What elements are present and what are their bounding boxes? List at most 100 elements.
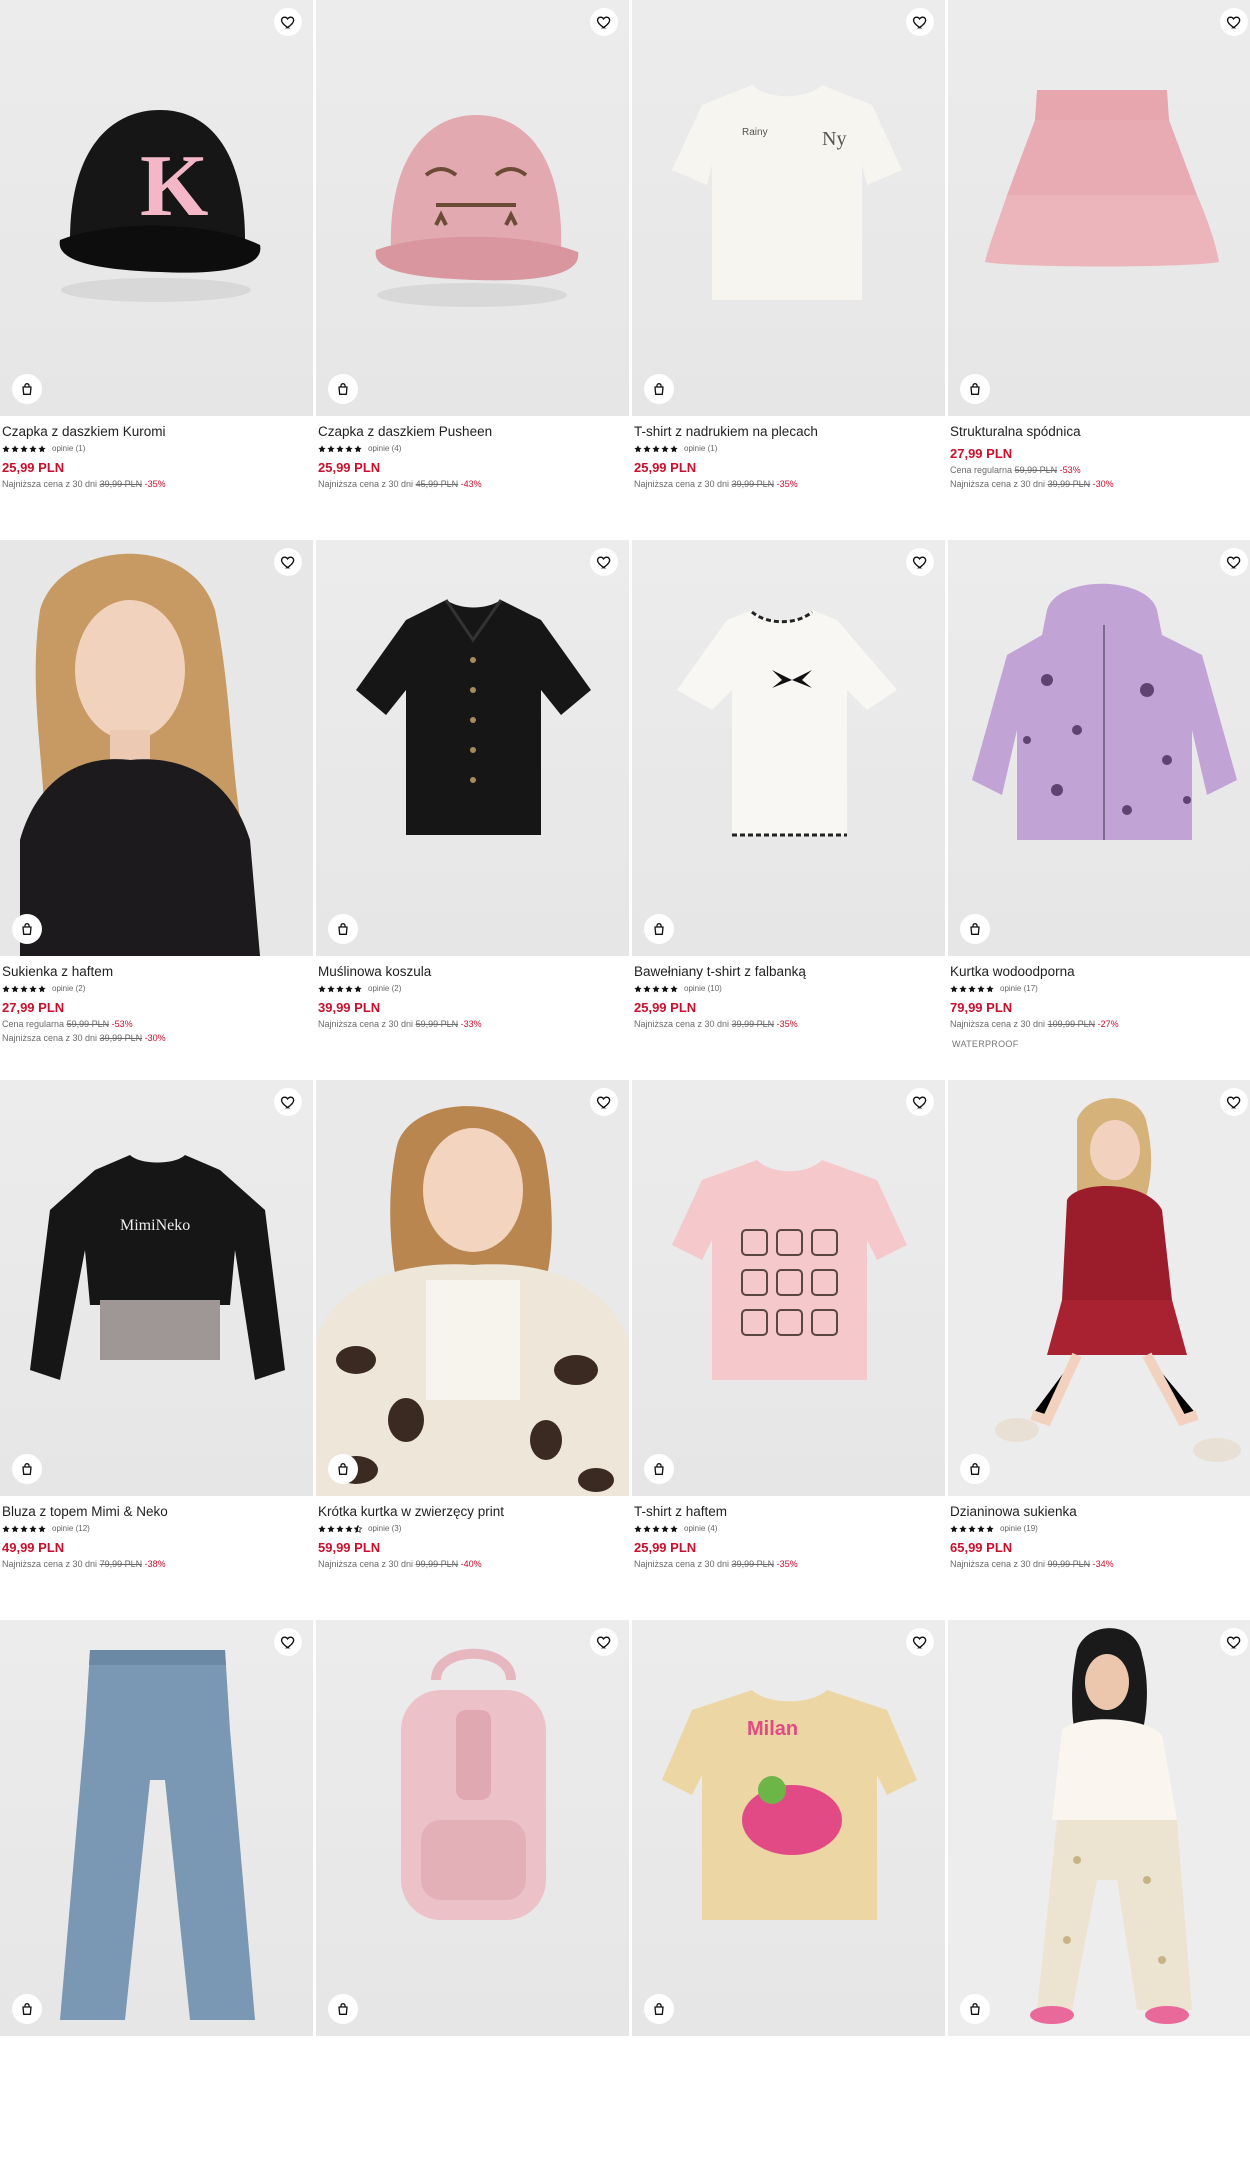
rating-stars (318, 1525, 362, 1533)
product-card-bluza-z-topem-mimi-neko[interactable]: MimiNeko Bluza z topem Mimi & Neko opini… (0, 1080, 313, 1620)
product-card-t-shirt-z-nadrukiem-na-plecach[interactable]: Rainy Ny T-shirt z nadrukiem na plecach o… (632, 0, 945, 540)
wishlist-heart-icon[interactable] (906, 548, 934, 576)
add-to-cart-bag-icon[interactable] (12, 1994, 42, 2024)
product-name[interactable]: Dzianinowa sukienka (950, 1504, 1250, 1520)
product-name[interactable]: Bawełniany t-shirt z falbanką (634, 964, 943, 980)
product-card[interactable]: Milan (632, 1620, 945, 2160)
product-name[interactable]: T-shirt z nadrukiem na plecach (634, 424, 943, 440)
add-to-cart-bag-icon[interactable] (960, 1454, 990, 1484)
add-to-cart-bag-icon[interactable] (12, 1454, 42, 1484)
product-name[interactable]: Kurtka wodoodporna (950, 964, 1250, 980)
add-to-cart-bag-icon[interactable] (644, 1994, 674, 2024)
product-image[interactable] (948, 0, 1250, 416)
product-image[interactable]: Rainy Ny (632, 0, 945, 416)
product-name[interactable]: Krótka kurtka w zwierzęcy print (318, 1504, 627, 1520)
star-icon (670, 1525, 678, 1533)
wishlist-heart-icon[interactable] (906, 8, 934, 36)
product-name[interactable]: Muślinowa koszula (318, 964, 627, 980)
product-card-czapka-z-daszkiem-pusheen[interactable]: Czapka z daszkiem Pusheen opinie (4) 25,… (316, 0, 629, 540)
product-image[interactable] (948, 1620, 1250, 2036)
product-image[interactable] (316, 0, 629, 416)
reviews-count[interactable]: opinie (1) (52, 444, 85, 453)
product-card-dzianinowa-sukienka[interactable]: Dzianinowa sukienka opinie (19) 65,99 PL… (948, 1080, 1250, 1620)
wishlist-heart-icon[interactable] (906, 1088, 934, 1116)
add-to-cart-bag-icon[interactable] (12, 374, 42, 404)
product-name[interactable]: Czapka z daszkiem Pusheen (318, 424, 627, 440)
star-icon (670, 985, 678, 993)
product-card-bawelniany-t-shirt-z-falbanka[interactable]: Bawełniany t-shirt z falbanką opinie (10… (632, 540, 945, 1080)
reviews-count[interactable]: opinie (12) (52, 1524, 90, 1533)
add-to-cart-bag-icon[interactable] (644, 1454, 674, 1484)
reviews-count[interactable]: opinie (17) (1000, 984, 1038, 993)
wishlist-heart-icon[interactable] (274, 8, 302, 36)
add-to-cart-bag-icon[interactable] (328, 1454, 358, 1484)
product-card-czapka-z-daszkiem-kuromi[interactable]: K Czapka z daszkiem Kuromi opinie (1) 25… (0, 0, 313, 540)
product-name[interactable]: Sukienka z haftem (2, 964, 311, 980)
product-image[interactable]: K (0, 0, 313, 416)
wishlist-heart-icon[interactable] (590, 548, 618, 576)
product-name[interactable]: Strukturalna spódnica (950, 424, 1250, 440)
add-to-cart-bag-icon[interactable] (328, 1994, 358, 2024)
reviews-count[interactable]: opinie (2) (368, 984, 401, 993)
product-card-muslinowa-koszula[interactable]: Muślinowa koszula opinie (2) 39,99 PLN N… (316, 540, 629, 1080)
product-card-krotka-kurtka-w-zwierzecy-print[interactable]: Krótka kurtka w zwierzęcy print opinie (… (316, 1080, 629, 1620)
reviews-count[interactable]: opinie (1) (684, 444, 717, 453)
wishlist-heart-icon[interactable] (274, 1628, 302, 1656)
product-info: Sukienka z haftem opinie (2) 27,99 PLN C… (0, 956, 313, 1043)
reviews-count[interactable]: opinie (4) (684, 1524, 717, 1533)
lowest-price-label: Najniższa cena z 30 dni (2, 1033, 98, 1043)
product-card[interactable] (948, 1620, 1250, 2160)
wishlist-heart-icon[interactable] (590, 1088, 618, 1116)
add-to-cart-bag-icon[interactable] (644, 374, 674, 404)
add-to-cart-bag-icon[interactable] (960, 914, 990, 944)
wishlist-heart-icon[interactable] (1220, 548, 1248, 576)
star-icon (345, 445, 353, 453)
product-card-strukturalna-spodnica[interactable]: Strukturalna spódnica 27,99 PLN Cena regu… (948, 0, 1250, 540)
add-to-cart-bag-icon[interactable] (328, 374, 358, 404)
lowest-price-label: Najniższa cena z 30 dni (318, 1559, 414, 1569)
lowest-old-price: 39,99 PLN (99, 479, 143, 489)
product-image[interactable] (632, 540, 945, 956)
wishlist-heart-icon[interactable] (590, 1628, 618, 1656)
product-name[interactable]: Czapka z daszkiem Kuromi (2, 424, 311, 440)
product-image[interactable] (0, 1620, 313, 2036)
product-name[interactable]: T-shirt z haftem (634, 1504, 943, 1520)
reviews-count[interactable]: opinie (10) (684, 984, 722, 993)
add-to-cart-bag-icon[interactable] (960, 1994, 990, 2024)
product-image[interactable]: MimiNeko (0, 1080, 313, 1496)
add-to-cart-bag-icon[interactable] (644, 914, 674, 944)
wishlist-heart-icon[interactable] (1220, 1088, 1248, 1116)
wishlist-heart-icon[interactable] (274, 1088, 302, 1116)
add-to-cart-bag-icon[interactable] (328, 914, 358, 944)
add-to-cart-bag-icon[interactable] (960, 374, 990, 404)
reviews-count[interactable]: opinie (2) (52, 984, 85, 993)
product-image[interactable] (948, 1080, 1250, 1496)
wishlist-heart-icon[interactable] (1220, 8, 1248, 36)
wishlist-heart-icon[interactable] (274, 548, 302, 576)
wishlist-heart-icon[interactable] (590, 8, 618, 36)
product-card-kurtka-wodoodporna[interactable]: Kurtka wodoodporna opinie (17) 79,99 PLN… (948, 540, 1250, 1080)
product-image[interactable]: Milan (632, 1620, 945, 2036)
product-image[interactable] (316, 540, 629, 956)
reviews-count[interactable]: opinie (4) (368, 444, 401, 453)
product-image[interactable] (0, 540, 313, 956)
product-name[interactable]: Bluza z topem Mimi & Neko (2, 1504, 311, 1520)
lowest-price-label: Najniższa cena z 30 dni (2, 479, 98, 489)
product-image[interactable] (632, 1080, 945, 1496)
product-card-t-shirt-z-haftem[interactable]: T-shirt z haftem opinie (4) 25,99 PLN Na… (632, 1080, 945, 1620)
star-icon (661, 1525, 669, 1533)
reviews-count[interactable]: opinie (3) (368, 1524, 401, 1533)
star-icon (336, 1525, 344, 1533)
product-card-sukienka-z-haftem[interactable]: Sukienka z haftem opinie (2) 27,99 PLN C… (0, 540, 313, 1080)
wishlist-heart-icon[interactable] (1220, 1628, 1248, 1656)
lowest-old-price: 39,99 PLN (731, 1019, 775, 1029)
product-card[interactable] (0, 1620, 313, 2160)
star-icon (634, 1525, 642, 1533)
product-card[interactable] (316, 1620, 629, 2160)
product-image[interactable] (316, 1080, 629, 1496)
wishlist-heart-icon[interactable] (906, 1628, 934, 1656)
product-image[interactable] (948, 540, 1250, 956)
reviews-count[interactable]: opinie (19) (1000, 1524, 1038, 1533)
add-to-cart-bag-icon[interactable] (12, 914, 42, 944)
product-image[interactable] (316, 1620, 629, 2036)
